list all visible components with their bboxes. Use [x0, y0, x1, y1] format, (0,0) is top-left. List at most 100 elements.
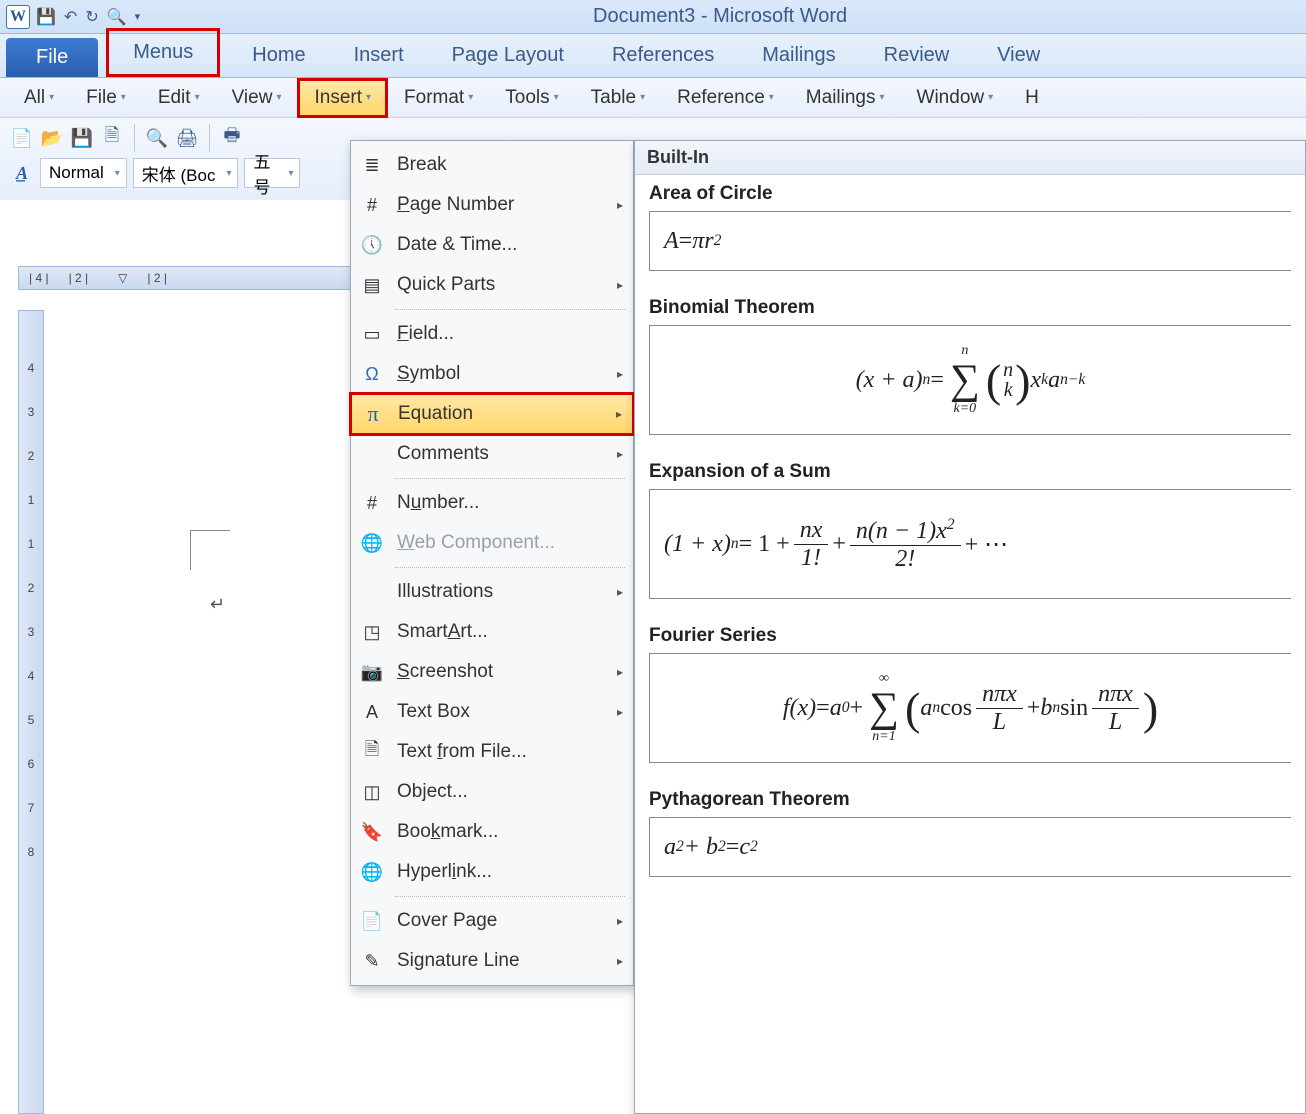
submenu-arrow-icon: ▸ — [617, 914, 623, 928]
menu-edit[interactable]: Edit▾ — [144, 81, 214, 115]
signature-icon: ✎ — [357, 948, 387, 974]
new-doc-icon[interactable]: 📄 — [10, 126, 34, 150]
menu-item-text-from-file[interactable]: 🗎Text from File... — [351, 732, 633, 772]
menu-window[interactable]: Window▾ — [903, 81, 1008, 115]
menu-item-web-component: 🌐Web Component... — [351, 523, 633, 563]
comments-icon — [357, 441, 387, 467]
ribbon-tab-file[interactable]: File — [6, 38, 98, 77]
print-icon[interactable]: 🖨 — [175, 126, 199, 150]
menu-item-screenshot[interactable]: 📷Screenshot▸ — [351, 652, 633, 692]
menu-item-field[interactable]: ▭Field... — [351, 314, 633, 354]
equation-preview: a2 + b2 = c2 — [649, 817, 1291, 877]
ribbon-tab-page-layout[interactable]: Page Layout — [428, 34, 588, 77]
equation-title: Binomial Theorem — [649, 297, 1291, 319]
ribbon-tab-references[interactable]: References — [588, 34, 738, 77]
quick-print-icon[interactable]: 🖶 — [220, 126, 244, 150]
save-as-icon[interactable]: 🗎 — [100, 126, 124, 150]
menu-mailings[interactable]: Mailings▾ — [792, 81, 899, 115]
menu-separator — [395, 478, 625, 479]
submenu-arrow-icon: ▸ — [617, 278, 623, 292]
menu-item-date-time[interactable]: 🕔Date & Time... — [351, 225, 633, 265]
submenu-arrow-icon: ▸ — [616, 407, 622, 421]
insert-dropdown-menu: ≣Break #Page Number▸ 🕔Date & Time... ▤Qu… — [350, 140, 634, 986]
gallery-item-fourier-series[interactable]: Fourier Series f(x) = a0 + ∞∑n=1 ( an co… — [635, 617, 1305, 781]
menu-reference[interactable]: Reference▾ — [663, 81, 788, 115]
menu-separator — [395, 567, 625, 568]
menu-item-object[interactable]: ◫Object... — [351, 772, 633, 812]
menu-item-cover-page[interactable]: 📄Cover Page▸ — [351, 901, 633, 941]
menu-separator — [395, 309, 625, 310]
print-preview-icon[interactable]: 🔍 — [145, 126, 169, 150]
submenu-arrow-icon: ▸ — [617, 585, 623, 599]
cover-page-icon: 📄 — [357, 908, 387, 934]
redo-icon[interactable]: ↻ — [85, 7, 98, 27]
ribbon-tab-view[interactable]: View — [973, 34, 1064, 77]
vertical-ruler[interactable]: 432112345678 — [18, 310, 44, 1114]
submenu-arrow-icon: ▸ — [617, 198, 623, 212]
menu-separator — [395, 896, 625, 897]
screenshot-icon: 📷 — [357, 659, 387, 685]
font-size-dropdown[interactable]: 五号 — [244, 158, 300, 188]
separator — [134, 124, 135, 152]
ribbon-tab-menus[interactable]: Menus — [106, 28, 220, 77]
field-icon: ▭ — [357, 321, 387, 347]
menu-help[interactable]: H — [1011, 81, 1053, 115]
font-dropdown[interactable]: 宋体 (Boc — [133, 158, 239, 188]
menu-item-bookmark[interactable]: 🔖Bookmark... — [351, 812, 633, 852]
ribbon-tab-strip: File Menus Home Insert Page Layout Refer… — [0, 34, 1306, 78]
menu-view[interactable]: View▾ — [218, 81, 296, 115]
menu-item-page-number[interactable]: #Page Number▸ — [351, 185, 633, 225]
menu-item-equation[interactable]: πEquation▸ — [351, 394, 633, 434]
menu-item-break[interactable]: ≣Break — [351, 145, 633, 185]
menu-file[interactable]: File▾ — [72, 81, 140, 115]
menu-tools[interactable]: Tools▾ — [491, 81, 572, 115]
menu-table[interactable]: Table▾ — [577, 81, 659, 115]
equation-icon: π — [358, 401, 388, 427]
menu-item-number[interactable]: #Number... — [351, 483, 633, 523]
font-styles-icon[interactable]: A̲ — [10, 161, 34, 185]
menu-item-illustrations[interactable]: Illustrations▸ — [351, 572, 633, 612]
submenu-arrow-icon: ▸ — [617, 705, 623, 719]
menu-item-smartart[interactable]: ◳SmartArt... — [351, 612, 633, 652]
gallery-item-area-of-circle[interactable]: Area of Circle A = πr2 — [635, 175, 1305, 289]
hyperlink-icon: 🌐 — [357, 859, 387, 885]
submenu-arrow-icon: ▸ — [617, 367, 623, 381]
gallery-item-expansion-of-a-sum[interactable]: Expansion of a Sum (1 + x)n = 1 + nx1! +… — [635, 453, 1305, 617]
smartart-icon: ◳ — [357, 619, 387, 645]
ribbon-tab-insert[interactable]: Insert — [330, 34, 428, 77]
undo-icon[interactable]: ↶ — [64, 7, 77, 27]
gallery-item-binomial-theorem[interactable]: Binomial Theorem (x + a)n = n∑k=0 (nk) x… — [635, 289, 1305, 453]
menu-item-hyperlink[interactable]: 🌐Hyperlink... — [351, 852, 633, 892]
open-icon[interactable]: 📂 — [40, 126, 64, 150]
menu-item-symbol[interactable]: ΩSymbol▸ — [351, 354, 633, 394]
paragraph-mark-icon: ↵ — [210, 594, 225, 615]
submenu-arrow-icon: ▸ — [617, 954, 623, 968]
print-preview-icon[interactable]: 🔍 — [107, 7, 127, 27]
style-dropdown[interactable]: Normal — [40, 158, 127, 188]
menu-all[interactable]: All▾ — [10, 81, 68, 115]
web-component-icon: 🌐 — [357, 530, 387, 556]
menu-item-text-box[interactable]: AText Box▸ — [351, 692, 633, 732]
submenu-arrow-icon: ▸ — [617, 665, 623, 679]
menu-item-comments[interactable]: Comments▸ — [351, 434, 633, 474]
page-margin-corner — [190, 530, 230, 570]
menu-item-quick-parts[interactable]: ▤Quick Parts▸ — [351, 265, 633, 305]
equation-title: Fourier Series — [649, 625, 1291, 647]
equation-preview: (x + a)n = n∑k=0 (nk) xkan−k — [649, 325, 1291, 435]
ribbon-tab-home[interactable]: Home — [228, 34, 329, 77]
number-icon: # — [357, 490, 387, 516]
equation-preview: (1 + x)n = 1 + nx1! + n(n − 1)x22! + ⋯ — [649, 489, 1291, 599]
menu-insert[interactable]: Insert▾ — [299, 80, 386, 116]
bookmark-icon: 🔖 — [357, 819, 387, 845]
ribbon-tab-review[interactable]: Review — [860, 34, 974, 77]
menu-format[interactable]: Format▾ — [390, 81, 487, 115]
save-icon[interactable]: 💾 — [70, 126, 94, 150]
object-icon: ◫ — [357, 779, 387, 805]
window-title: Document3 - Microsoft Word — [140, 5, 1300, 28]
gallery-item-pythagorean-theorem[interactable]: Pythagorean Theorem a2 + b2 = c2 — [635, 781, 1305, 895]
ribbon-tab-mailings[interactable]: Mailings — [738, 34, 859, 77]
menu-item-signature-line[interactable]: ✎Signature Line▸ — [351, 941, 633, 981]
equation-title: Expansion of a Sum — [649, 461, 1291, 483]
gallery-header: Built-In — [635, 141, 1305, 175]
save-icon[interactable]: 💾 — [36, 7, 56, 27]
